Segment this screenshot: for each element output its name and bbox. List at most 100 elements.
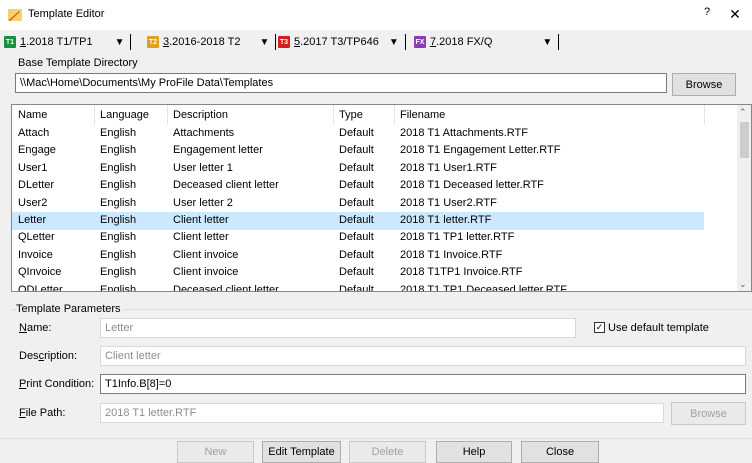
- help-button[interactable]: ?: [699, 6, 715, 22]
- scrollbar-thumb[interactable]: [740, 122, 749, 158]
- cell-language: English: [100, 231, 137, 244]
- column-divider[interactable]: [394, 105, 395, 125]
- cell-type: Default: [339, 196, 374, 209]
- cell-filename: 2018 T1 Attachments.RTF: [400, 127, 528, 139]
- module-tab-t3[interactable]: T3 5.2017 T3/TP646 ▼: [278, 33, 406, 51]
- cell-language: English: [100, 144, 137, 157]
- print-condition-field[interactable]: T1Info.B[8]=0: [100, 374, 746, 394]
- template-editor-icon: [8, 9, 22, 21]
- cell-description: Client invoice: [173, 266, 239, 279]
- cell-filename: 2018 T1 User2.RTF: [400, 196, 497, 209]
- cell-language: English: [100, 214, 137, 226]
- cell-type: Default: [339, 144, 374, 157]
- dropdown-arrow-icon[interactable]: ▼: [389, 37, 399, 48]
- cell-description: Deceased client letter: [173, 283, 279, 292]
- table-row[interactable]: User1 English User letter 1 Default 2018 T1 …: [12, 160, 704, 178]
- table-row[interactable]: User2 English User letter 2 Default 2018 T1 …: [12, 195, 704, 213]
- column-header-name[interactable]: Name: [18, 109, 47, 121]
- cell-language: English: [100, 248, 137, 261]
- dropdown-arrow-icon[interactable]: ▼: [115, 37, 125, 48]
- cell-name: QInvoice: [18, 266, 62, 279]
- cell-description: Client invoice: [173, 248, 239, 261]
- table-row[interactable]: QLetter English Client letter Default 2018 T…: [12, 229, 704, 247]
- column-header-type[interactable]: Type: [339, 109, 363, 121]
- dropdown-arrow-icon[interactable]: ▼: [542, 37, 552, 48]
- cell-filename: 2018 T1 TP1 Deceased letter.RTF: [400, 283, 567, 292]
- scroll-up-icon[interactable]: ⌃: [739, 107, 747, 118]
- use-default-template-label[interactable]: Use default template: [608, 322, 709, 334]
- browse-file-path-button[interactable]: Browse: [671, 402, 746, 425]
- help-button-bottom[interactable]: Help: [436, 441, 512, 463]
- column-divider[interactable]: [167, 105, 168, 125]
- column-header-filename[interactable]: Filename: [400, 109, 445, 121]
- cell-filename: 2018 T1 letter.RTF: [400, 214, 492, 226]
- module-tab-fx[interactable]: FX 7.2018 FX/Q ▼: [414, 33, 560, 51]
- cell-type: Default: [339, 127, 374, 139]
- table-row[interactable]: QDLetter English Deceased client letter Def…: [12, 282, 704, 292]
- cell-description: User letter 1: [173, 161, 233, 174]
- cell-filename: 2018 T1 Deceased letter.RTF: [400, 179, 544, 192]
- cell-description: Client letter: [173, 231, 229, 244]
- table-row[interactable]: QInvoice English Client invoice Default 2018…: [12, 264, 704, 282]
- description-field[interactable]: Client letter: [100, 346, 746, 366]
- cell-language: English: [100, 196, 137, 209]
- cell-name: User1: [18, 161, 48, 174]
- cell-type: Default: [339, 161, 374, 174]
- list-header: Name Language Description Type Filename: [12, 105, 736, 125]
- cell-filename: 2018 T1 Engagement Letter.RTF: [400, 144, 561, 157]
- cell-filename: 2018 T1 Invoice.RTF: [400, 248, 503, 261]
- footer-divider: [0, 438, 752, 439]
- toolbar-separator: [275, 34, 277, 50]
- cell-type: Default: [339, 214, 374, 226]
- title-bar: Template Editor ? ✕: [0, 0, 752, 30]
- column-divider[interactable]: [333, 105, 334, 125]
- scroll-down-icon[interactable]: ⌄: [739, 279, 747, 290]
- delete-button[interactable]: Delete: [349, 441, 426, 463]
- edit-template-button[interactable]: Edit Template: [262, 441, 341, 463]
- cell-description: Client letter: [173, 214, 229, 226]
- column-header-description[interactable]: Description: [173, 109, 228, 121]
- dropdown-arrow-icon[interactable]: ▼: [259, 37, 269, 48]
- table-row[interactable]: Letter English Client letter Default 2018 T1…: [12, 212, 704, 230]
- column-divider[interactable]: [94, 105, 95, 125]
- close-window-button[interactable]: ✕: [726, 5, 744, 23]
- use-default-template-checkbox[interactable]: ✓: [594, 322, 605, 333]
- cell-name: Engage: [18, 144, 56, 157]
- module-tab-t2[interactable]: T2 3.2016-2018 T2 ▼: [147, 33, 277, 51]
- name-field[interactable]: Letter: [100, 318, 576, 338]
- name-label: Name:: [19, 322, 52, 334]
- table-row[interactable]: DLetter English Deceased client letter Defa…: [12, 177, 704, 195]
- new-button[interactable]: New: [177, 441, 254, 463]
- table-row[interactable]: Engage English Engagement letter Default 201…: [12, 142, 704, 160]
- module-tab-t1[interactable]: T1 1.2018 T1/TP1 ▼: [4, 33, 132, 51]
- cell-description: Attachments: [173, 127, 235, 139]
- cell-type: Default: [339, 283, 374, 292]
- module-tab-label: 5.2017 T3/TP646: [294, 36, 379, 48]
- file-path-label: File Path:: [19, 407, 66, 419]
- base-directory-input[interactable]: \\Mac\Home\Documents\My ProFile Data\Tem…: [15, 73, 667, 93]
- base-directory-label: Base Template Directory: [18, 57, 138, 69]
- cell-type: Default: [339, 179, 374, 192]
- close-button[interactable]: Close: [521, 441, 599, 463]
- cell-filename: 2018 T1 User1.RTF: [400, 161, 497, 174]
- table-row[interactable]: Invoice English Client invoice Default 2018 …: [12, 247, 704, 265]
- template-list[interactable]: Name Language Description Type Filename …: [11, 104, 752, 292]
- column-divider[interactable]: [704, 105, 705, 125]
- cell-filename: 2018 T1 TP1 letter.RTF: [400, 231, 515, 244]
- module-tab-label: 3.2016-2018 T2: [163, 36, 241, 48]
- file-path-field[interactable]: 2018 T1 letter.RTF: [100, 403, 664, 423]
- table-row[interactable]: Attach English Attachments Default 2018 T1 A…: [12, 125, 704, 143]
- cell-name: Invoice: [18, 248, 53, 261]
- cell-filename: 2018 T1TP1 Invoice.RTF: [400, 266, 523, 279]
- column-header-language[interactable]: Language: [100, 109, 149, 121]
- cell-language: English: [100, 283, 137, 292]
- toolbar-separator: [130, 34, 132, 50]
- vertical-scrollbar[interactable]: ⌃ ⌄: [737, 105, 751, 291]
- toolbar-separator: [558, 34, 560, 50]
- cell-description: Deceased client letter: [173, 179, 279, 192]
- module-toolbar: T1 1.2018 T1/TP1 ▼ T2 3.2016-2018 T2 ▼ T…: [0, 30, 752, 54]
- t2-module-icon: T2: [147, 36, 159, 48]
- browse-base-directory-button[interactable]: Browse: [672, 73, 736, 96]
- cell-language: English: [100, 266, 137, 279]
- cell-type: Default: [339, 248, 374, 261]
